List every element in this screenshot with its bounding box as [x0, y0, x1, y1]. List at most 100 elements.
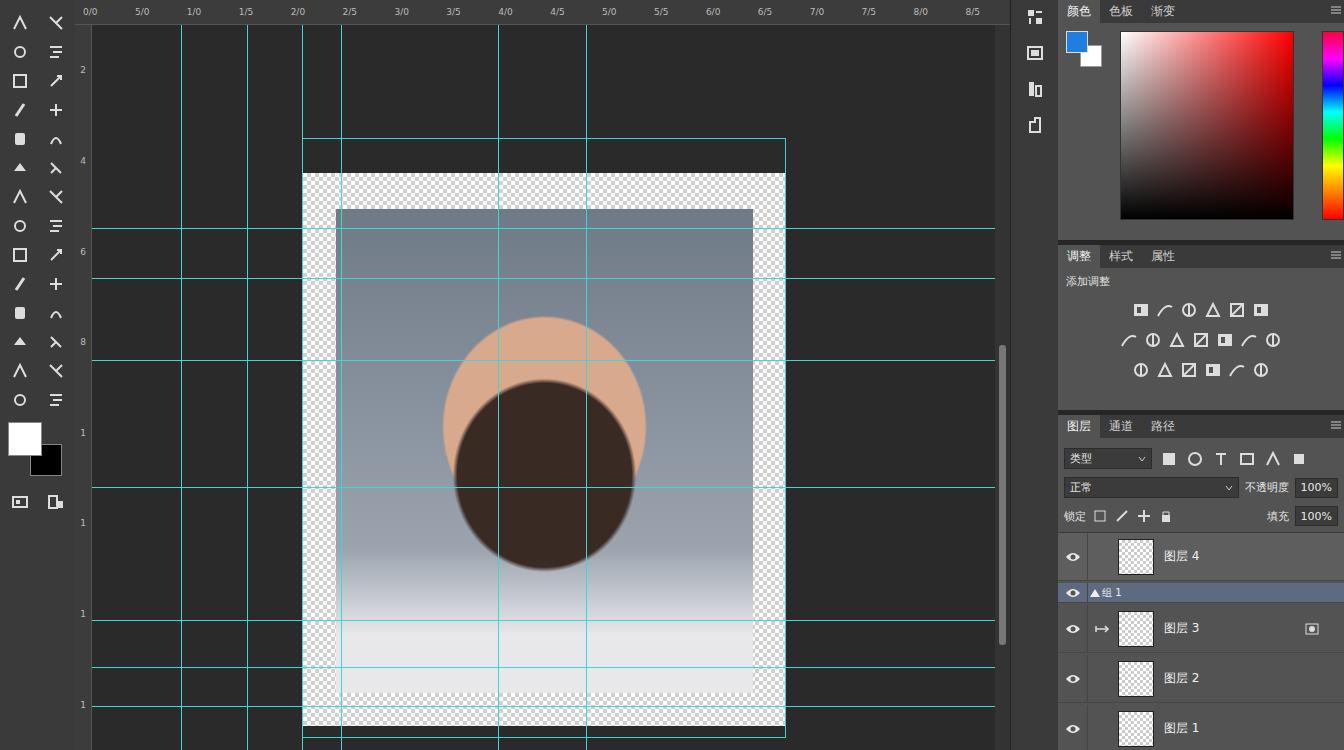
- tool-icon[interactable]: [47, 159, 65, 177]
- layer-name[interactable]: 图层 4: [1164, 548, 1199, 565]
- screen-mode-icon[interactable]: [47, 493, 65, 511]
- visibility-toggle[interactable]: [1058, 605, 1088, 652]
- guide-line[interactable]: [498, 25, 499, 750]
- eye-icon[interactable]: [1065, 723, 1081, 735]
- layer-name[interactable]: 图层 1: [1164, 720, 1199, 737]
- adjustment-icon[interactable]: [1216, 331, 1234, 349]
- tool-icon[interactable]: [11, 14, 29, 32]
- panel-tab[interactable]: 样式: [1100, 245, 1142, 268]
- tool-icon[interactable]: [11, 333, 29, 351]
- opacity-field[interactable]: 100%: [1295, 478, 1338, 498]
- panel-menu-icon[interactable]: [1328, 0, 1344, 20]
- tool-icon[interactable]: [47, 101, 65, 119]
- panel-menu-icon[interactable]: [1328, 245, 1344, 265]
- tool-icon[interactable]: [11, 246, 29, 264]
- panel-tab[interactable]: 图层: [1058, 415, 1100, 438]
- dropdown-arrow-icon[interactable]: [1225, 484, 1233, 492]
- tool-icon[interactable]: [47, 43, 65, 61]
- guide-line[interactable]: [92, 360, 995, 361]
- tool-icon[interactable]: [11, 217, 29, 235]
- color-field[interactable]: [1120, 31, 1294, 220]
- tool-icon[interactable]: [47, 130, 65, 148]
- lock-icon[interactable]: [1158, 508, 1174, 524]
- guide-line[interactable]: [92, 620, 995, 621]
- adjustment-icon[interactable]: [1180, 301, 1198, 319]
- tool-icon[interactable]: [47, 391, 65, 409]
- dropdown-arrow-icon[interactable]: [1138, 455, 1146, 463]
- layer-name[interactable]: 组 1: [1102, 586, 1122, 600]
- panel-menu-icon[interactable]: [1328, 415, 1344, 435]
- color-swatches[interactable]: [8, 422, 68, 482]
- guide-line[interactable]: [92, 706, 995, 707]
- layer-name[interactable]: 图层 2: [1164, 670, 1199, 687]
- tool-icon[interactable]: [47, 188, 65, 206]
- hue-slider[interactable]: [1322, 31, 1344, 220]
- lock-icon[interactable]: [1092, 508, 1108, 524]
- visibility-toggle[interactable]: [1058, 583, 1088, 602]
- properties-icon[interactable]: [1026, 44, 1044, 62]
- foreground-swatch[interactable]: [8, 422, 42, 456]
- tool-icon[interactable]: [11, 159, 29, 177]
- tool-icon[interactable]: [47, 362, 65, 380]
- tool-icon[interactable]: [11, 43, 29, 61]
- panel-tab[interactable]: 渐变: [1142, 0, 1184, 23]
- fill-field[interactable]: 100%: [1295, 506, 1338, 526]
- tool-icon[interactable]: [11, 188, 29, 206]
- adjustment-icon[interactable]: [1156, 301, 1174, 319]
- blend-mode-dropdown[interactable]: 正常: [1064, 477, 1239, 498]
- adjustment-icon[interactable]: [1252, 301, 1270, 319]
- layer-row[interactable]: 图层 2: [1058, 655, 1344, 703]
- quick-mask-icon[interactable]: [11, 493, 29, 511]
- history-icon[interactable]: [1026, 8, 1044, 26]
- layer-row[interactable]: 图层 1: [1058, 705, 1344, 750]
- tool-icon[interactable]: [47, 246, 65, 264]
- adjustment-icon[interactable]: [1252, 361, 1270, 379]
- scroll-thumb[interactable]: [999, 345, 1006, 645]
- guide-line[interactable]: [92, 228, 995, 229]
- adjustment-icon[interactable]: [1168, 331, 1186, 349]
- adjustment-icon[interactable]: [1156, 361, 1174, 379]
- tool-icon[interactable]: [11, 362, 29, 380]
- panel-tab[interactable]: 调整: [1058, 245, 1100, 268]
- adjustment-icon[interactable]: [1120, 331, 1138, 349]
- filter-dropdown[interactable]: 类型: [1064, 448, 1152, 469]
- filter-kind-icon[interactable]: [1290, 450, 1308, 468]
- adjustment-icon[interactable]: [1132, 361, 1150, 379]
- layer-row[interactable]: 图层 3: [1058, 605, 1344, 653]
- tool-icon[interactable]: [47, 14, 65, 32]
- panel-tab[interactable]: 通道: [1100, 415, 1142, 438]
- tool-icon[interactable]: [11, 275, 29, 293]
- tool-icon[interactable]: [47, 72, 65, 90]
- canvas[interactable]: [92, 25, 995, 750]
- filter-kind-icon[interactable]: [1186, 450, 1204, 468]
- eye-icon[interactable]: [1065, 551, 1081, 563]
- visibility-toggle[interactable]: [1058, 655, 1088, 702]
- character-icon[interactable]: [1026, 116, 1044, 134]
- tool-icon[interactable]: [11, 72, 29, 90]
- filter-kind-icon[interactable]: [1264, 450, 1282, 468]
- adjustment-icon[interactable]: [1192, 331, 1210, 349]
- tool-icon[interactable]: [11, 391, 29, 409]
- tool-icon[interactable]: [11, 130, 29, 148]
- adjustment-icon[interactable]: [1264, 331, 1282, 349]
- adjustment-icon[interactable]: [1180, 361, 1198, 379]
- guide-line[interactable]: [92, 667, 995, 668]
- foreground-swatch[interactable]: [1066, 31, 1088, 53]
- tool-icon[interactable]: [47, 304, 65, 322]
- layer-group-row[interactable]: 组 1: [1058, 583, 1344, 603]
- panel-tab[interactable]: 颜色: [1058, 0, 1100, 23]
- adjustment-icon[interactable]: [1240, 331, 1258, 349]
- eye-icon[interactable]: [1065, 673, 1081, 685]
- guide-line[interactable]: [302, 25, 303, 750]
- visibility-toggle[interactable]: [1058, 705, 1088, 750]
- eye-icon[interactable]: [1065, 623, 1081, 635]
- lock-icon[interactable]: [1114, 508, 1130, 524]
- guide-line[interactable]: [586, 25, 587, 750]
- tool-icon[interactable]: [47, 217, 65, 235]
- tool-icon[interactable]: [47, 333, 65, 351]
- panel-tab[interactable]: 属性: [1142, 245, 1184, 268]
- libraries-icon[interactable]: [1026, 80, 1044, 98]
- panel-tab[interactable]: 色板: [1100, 0, 1142, 23]
- lock-icon[interactable]: [1136, 508, 1152, 524]
- guide-line[interactable]: [181, 25, 182, 750]
